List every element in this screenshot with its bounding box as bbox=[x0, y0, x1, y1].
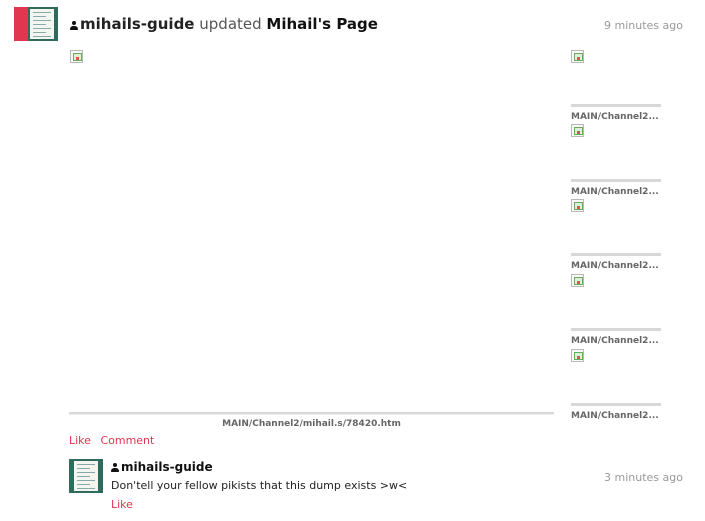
side-thumbnail-item[interactable]: MAIN/Channel2... bbox=[571, 104, 661, 122]
side-thumbnail-divider bbox=[571, 104, 661, 107]
post-header: mihails-guide updated Mihail's Page bbox=[70, 15, 378, 33]
side-thumbnail-caption[interactable]: MAIN/Channel2... bbox=[571, 336, 661, 346]
comment-author: mihails-guide bbox=[111, 460, 213, 474]
post-actions: Like Comment bbox=[69, 434, 154, 447]
main-preview-divider bbox=[69, 412, 554, 415]
broken-image-icon[interactable] bbox=[571, 50, 584, 63]
side-thumbnail-item[interactable]: MAIN/Channel2... bbox=[571, 179, 661, 197]
side-thumbnail-divider bbox=[571, 328, 661, 331]
side-thumbnail-caption[interactable]: MAIN/Channel2... bbox=[571, 112, 661, 122]
avatar-thumbnail bbox=[74, 461, 98, 491]
comment-link[interactable]: Comment bbox=[100, 434, 154, 447]
post-author-avatar[interactable] bbox=[14, 7, 58, 41]
post-timestamp[interactable]: 9 minutes ago bbox=[604, 19, 683, 32]
side-thumbnail-divider bbox=[571, 403, 661, 406]
side-thumbnail-item[interactable]: MAIN/Channel2... bbox=[571, 403, 661, 421]
person-icon bbox=[70, 21, 78, 30]
comment-author-link[interactable]: mihails-guide bbox=[121, 460, 213, 474]
comment-author-avatar[interactable] bbox=[69, 459, 103, 493]
main-preview-caption[interactable]: MAIN/Channel2/mihail.s/78420.htm bbox=[69, 419, 554, 429]
avatar-stripe bbox=[14, 7, 28, 41]
avatar-thumbnail bbox=[30, 9, 54, 39]
comment-text: Don'tell your fellow pikists that this d… bbox=[111, 479, 408, 492]
side-thumbnail-item[interactable]: MAIN/Channel2... bbox=[571, 328, 661, 346]
post-author-link[interactable]: mihails-guide bbox=[80, 15, 194, 33]
like-link[interactable]: Like bbox=[69, 434, 91, 447]
post-target-link[interactable]: Mihail's Page bbox=[266, 15, 378, 33]
side-thumbnail-caption[interactable]: MAIN/Channel2... bbox=[571, 261, 661, 271]
person-icon bbox=[111, 463, 119, 472]
side-thumbnail-divider bbox=[571, 179, 661, 182]
comment-like-link[interactable]: Like bbox=[111, 498, 133, 511]
broken-image-icon[interactable] bbox=[571, 124, 584, 137]
side-thumbnail-caption[interactable]: MAIN/Channel2... bbox=[571, 411, 661, 421]
broken-image-icon[interactable] bbox=[70, 50, 83, 63]
side-thumbnail-item[interactable]: MAIN/Channel2... bbox=[571, 253, 661, 271]
side-thumbnail-divider bbox=[571, 253, 661, 256]
broken-image-icon[interactable] bbox=[571, 199, 584, 212]
broken-image-icon[interactable] bbox=[571, 349, 584, 362]
side-thumbnail-caption[interactable]: MAIN/Channel2... bbox=[571, 187, 661, 197]
broken-image-icon[interactable] bbox=[571, 274, 584, 287]
comment-timestamp[interactable]: 3 minutes ago bbox=[604, 471, 683, 484]
post-verb: updated bbox=[199, 15, 262, 33]
